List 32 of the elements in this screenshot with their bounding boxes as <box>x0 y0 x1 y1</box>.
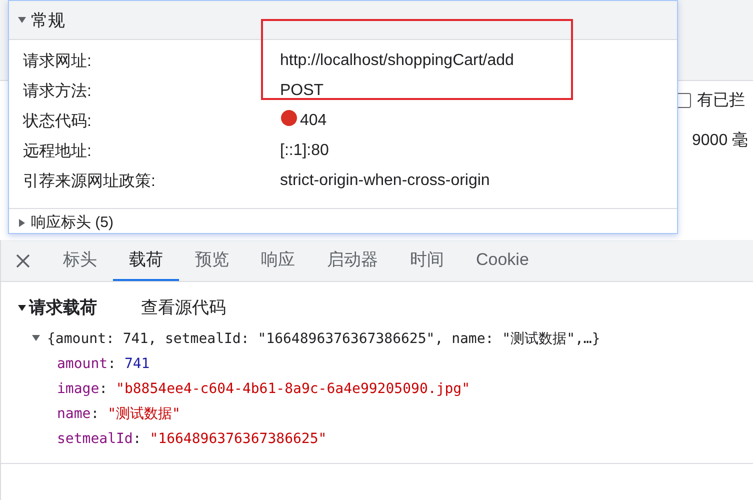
caret-icon[interactable] <box>17 218 27 228</box>
field-label: 状态代码: <box>23 112 92 132</box>
field-value: http://localhost/shoppingCart/add <box>280 52 514 70</box>
property-line: image: "b8854ee4-c604-4b61-8a9c-6a4e99205090.jpg" <box>57 380 472 399</box>
table-cell-text: 9000 毫 <box>692 130 748 151</box>
tab[interactable]: Cookie <box>460 240 545 281</box>
field-value: strict-origin-when-cross-origin <box>280 172 490 190</box>
tab[interactable]: 响应 <box>245 240 311 281</box>
tab[interactable]: 时间 <box>394 240 460 281</box>
property-line: name: "测试数据" <box>57 405 182 424</box>
section-title[interactable]: 请求载荷 <box>17 296 97 318</box>
property-line: setmealId: "1664896376367386625" <box>57 430 328 449</box>
tab[interactable]: 标头 <box>47 240 113 281</box>
close-icon[interactable] <box>15 252 31 268</box>
section-header[interactable]: 常规 <box>9 1 677 40</box>
field-label: 远程地址: <box>23 142 92 162</box>
field-label: 请求方法: <box>23 82 92 102</box>
caret-icon[interactable] <box>17 302 27 312</box>
section-header[interactable]: 响应标头 (5) <box>9 209 677 233</box>
checkbox-label: 有已拦 <box>697 91 745 111</box>
field-value: 404 <box>300 112 327 130</box>
property-line: amount: 741 <box>57 355 151 374</box>
tab[interactable]: 载荷 <box>113 240 179 281</box>
object-summary[interactable]: {amount: 741, setmealId: "1664896376367386625", name: "测试数据",…} <box>31 330 753 348</box>
tab[interactable]: 预览 <box>179 240 245 281</box>
field-label: 请求网址: <box>23 52 92 72</box>
view-source-link[interactable]: 查看源代码 <box>141 296 226 318</box>
tab[interactable]: 启动器 <box>311 240 394 281</box>
field-value: [::1]:80 <box>280 142 329 160</box>
caret-icon[interactable] <box>31 333 41 343</box>
field-label: 引荐来源网址政策: <box>23 172 156 192</box>
field-value: POST <box>280 82 324 100</box>
